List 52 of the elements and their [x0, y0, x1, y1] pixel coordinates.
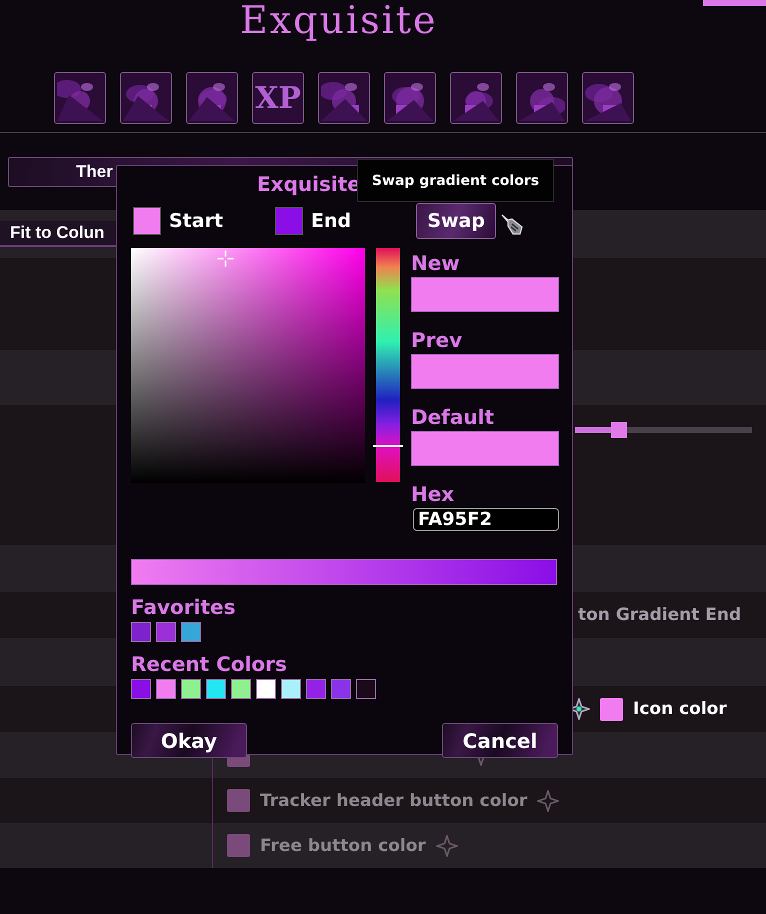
logo: Exquisite [240, 0, 438, 42]
setting-label: Free button color [260, 836, 426, 856]
favorite-swatch[interactable] [156, 622, 176, 642]
end-color-swatch[interactable] [275, 207, 304, 235]
setting-label: Icon color [633, 699, 727, 719]
section-label: Favorites [131, 595, 237, 620]
sparkle-icon [537, 790, 560, 812]
setting-label: Tracker header button color [260, 790, 528, 810]
setting-label: ton Gradient End [578, 605, 742, 625]
recent-color-swatch[interactable] [281, 679, 301, 699]
hue-slider[interactable] [376, 248, 400, 482]
category-tab[interactable] [120, 72, 172, 124]
hex-label: Hex [411, 482, 456, 508]
category-tab[interactable] [516, 72, 568, 124]
slider[interactable] [575, 422, 752, 438]
preview-label: New [411, 251, 461, 277]
category-tab[interactable] [450, 72, 502, 124]
end-label: End [311, 210, 352, 232]
section-label: Recent Colors [131, 652, 288, 677]
category-tab[interactable]: XP [252, 72, 304, 124]
preview-label: Default [411, 405, 496, 431]
hex-input[interactable]: FA95F2 [413, 508, 559, 531]
category-tab[interactable] [186, 72, 238, 124]
tab-indicator [703, 0, 766, 6]
recent-color-swatch[interactable] [156, 679, 176, 699]
recent-color-swatch[interactable] [131, 679, 151, 699]
start-color-swatch[interactable] [133, 207, 161, 235]
recent-color-swatch[interactable] [206, 679, 226, 699]
preview-label: Prev [411, 328, 464, 354]
recent-color-swatch[interactable] [256, 679, 276, 699]
fit-to-column-button[interactable]: Fit to Colun [0, 221, 116, 247]
tooltip: Swap gradient colors [357, 159, 554, 202]
recent-color-swatch[interactable] [331, 679, 351, 699]
category-tab[interactable] [54, 72, 106, 124]
sparkle-icon [436, 834, 458, 856]
color-swatch[interactable] [600, 698, 623, 720]
start-label: Start [169, 210, 224, 232]
slider-thumb[interactable] [611, 422, 628, 438]
recent-color-swatch[interactable] [181, 679, 201, 699]
category-tab[interactable] [582, 72, 634, 124]
saturation-value-field[interactable] [131, 248, 365, 483]
hue-marker[interactable] [373, 445, 403, 448]
recent-color-swatch[interactable] [231, 679, 251, 699]
cancel-button[interactable]: Cancel [442, 723, 558, 758]
favorite-swatch[interactable] [181, 622, 201, 642]
swap-button[interactable]: Swap [416, 203, 496, 239]
okay-button[interactable]: Okay [131, 723, 247, 758]
category-tab[interactable] [384, 72, 436, 124]
recent-color-swatch[interactable] [356, 679, 376, 699]
favorite-swatch[interactable] [131, 622, 151, 642]
category-tab[interactable] [318, 72, 370, 124]
recent-color-swatch[interactable] [306, 679, 326, 699]
